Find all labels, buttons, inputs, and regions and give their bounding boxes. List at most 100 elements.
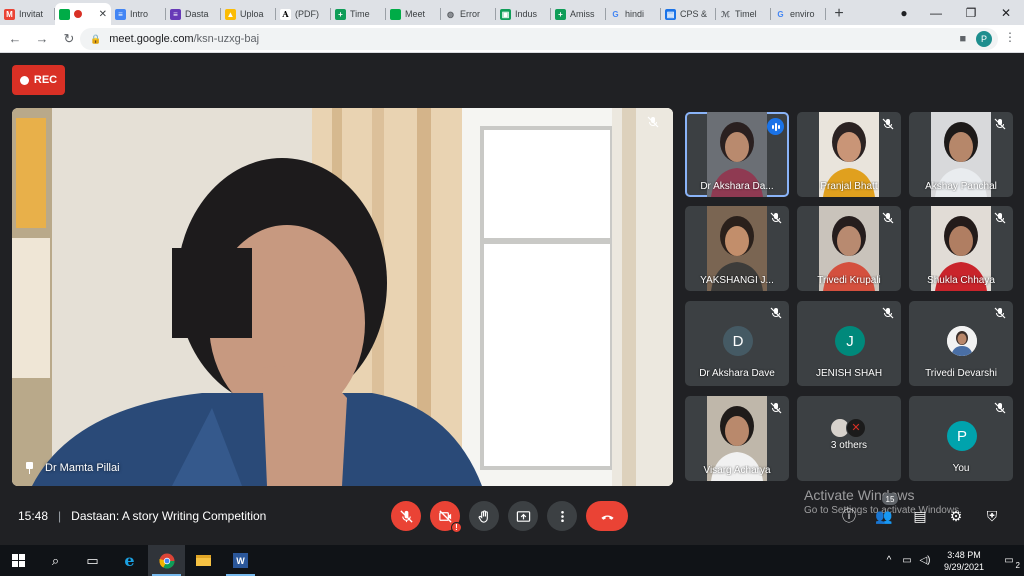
mic-toggle-button[interactable] xyxy=(391,501,421,531)
participant-tile[interactable]: Dr Akshara Da... xyxy=(685,112,789,197)
browser-tab[interactable]: ▤ CPS & xyxy=(661,3,716,25)
show-hidden-icons-icon[interactable]: ^ xyxy=(880,555,898,566)
restore-button[interactable]: ❐ xyxy=(953,0,989,25)
participant-tile[interactable]: Trivedi Krupali xyxy=(797,206,901,291)
notifications-icon[interactable]: ▭ 2 xyxy=(994,555,1024,570)
browser-tab[interactable]: + Amiss xyxy=(551,3,606,25)
chat-icon[interactable]: ▤ xyxy=(909,505,931,527)
recording-badge: REC xyxy=(12,65,65,95)
more-vert-icon xyxy=(560,510,564,522)
participant-name: Visarg Acharya xyxy=(703,465,771,476)
browser-tab[interactable]: ◍ Error xyxy=(441,3,496,25)
taskbar-clock[interactable]: 3:48 PM 9/29/2021 xyxy=(934,549,994,573)
separator: | xyxy=(58,509,62,523)
file-explorer-icon[interactable] xyxy=(185,545,222,576)
tab-title: Time xyxy=(350,9,370,19)
more-menu-icon[interactable]: ⋮ xyxy=(1004,30,1016,44)
participant-tile[interactable]: ✕ 3 others xyxy=(797,396,901,481)
participant-name: YAKSHANGI J... xyxy=(700,275,774,286)
lock-icon: 🔒 xyxy=(90,33,102,44)
browser-tab[interactable]: ≡ Intro xyxy=(111,3,166,25)
meeting-info-icon[interactable]: ⓘ xyxy=(838,505,860,527)
internet-explorer-icon[interactable]: e xyxy=(111,545,148,576)
camera-off-icon xyxy=(438,509,452,523)
pin-icon[interactable] xyxy=(24,462,35,474)
browser-tab[interactable]: Genviro xyxy=(771,3,826,25)
forward-button[interactable]: → xyxy=(30,27,54,51)
raise-hand-button[interactable] xyxy=(469,501,499,531)
mic-off-icon xyxy=(993,117,1007,131)
windows-start-icon[interactable] xyxy=(0,545,37,576)
clock-time: 3:48 PM xyxy=(947,549,981,560)
close-window-button[interactable]: ✕ xyxy=(988,0,1024,25)
tab-search-icon[interactable]: ● xyxy=(886,0,922,25)
participant-tile[interactable]: J JENISH SHAH xyxy=(797,301,901,386)
globe-icon: ◍ xyxy=(447,9,454,19)
gmail-icon: M xyxy=(4,8,15,20)
profile-avatar[interactable]: P xyxy=(976,31,992,47)
tab-title: Uploa xyxy=(240,9,264,19)
participant-tile[interactable]: Akshay Panchal xyxy=(909,112,1013,197)
browser-tab[interactable]: A (PDF) xyxy=(276,3,331,25)
tab-title: Error xyxy=(460,9,480,19)
task-view-icon[interactable]: ▭ xyxy=(74,545,111,576)
participant-tile[interactable]: Pranjal Bhatt xyxy=(797,112,901,197)
browser-tab[interactable]: + Time xyxy=(331,3,386,25)
chrome-taskbar-icon[interactable] xyxy=(148,545,185,576)
camera-in-use-icon[interactable]: ■ xyxy=(959,33,966,45)
address-bar[interactable]: 🔒 meet.google.com/ksn-uzxg-baj ■ ☆ xyxy=(80,28,998,50)
network-icon[interactable]: ▭ xyxy=(898,555,916,566)
meet-call-view: REC Dr Mamta Pillai Dr Akshara Da... Pra… xyxy=(0,53,1024,545)
present-now-button[interactable] xyxy=(508,501,538,531)
forms-icon: ≡ xyxy=(170,8,181,20)
academia-icon: A xyxy=(280,8,291,20)
word-icon[interactable]: W xyxy=(222,545,259,576)
reload-button[interactable]: ↻ xyxy=(57,27,81,51)
sheets-icon: + xyxy=(555,8,566,20)
leave-call-button[interactable] xyxy=(586,501,628,531)
people-icon[interactable]: 👥 xyxy=(873,505,895,527)
participant-tile[interactable]: P You xyxy=(909,396,1013,481)
hand-icon xyxy=(478,509,488,523)
volume-icon[interactable]: ◁) xyxy=(916,555,934,566)
mic-off-icon xyxy=(993,306,1007,320)
participant-tile[interactable]: Trivedi Devarshi xyxy=(909,301,1013,386)
mic-off-icon xyxy=(881,306,895,320)
back-button[interactable]: ← xyxy=(3,27,27,51)
participant-tile[interactable]: D Dr Akshara Dave xyxy=(685,301,789,386)
browser-toolbar: ← → ↻ 🔒 meet.google.com/ksn-uzxg-baj ■ ☆… xyxy=(0,25,1024,53)
participant-tile[interactable]: Shukla Chhaya xyxy=(909,206,1013,291)
activities-icon[interactable]: ⚙ xyxy=(945,505,967,527)
main-speaker-label: Dr Mamta Pillai xyxy=(24,462,120,474)
mic-off-icon xyxy=(881,117,895,131)
browser-tab[interactable]: Ghindi xyxy=(606,3,661,25)
participant-tile[interactable]: YAKSHANGI J... xyxy=(685,206,789,291)
host-controls-icon[interactable]: ⛨ xyxy=(981,505,1003,527)
browser-tab[interactable]: M Invitat xyxy=(0,3,55,25)
minimize-button[interactable]: — xyxy=(918,0,954,25)
camera-toggle-button[interactable]: ! xyxy=(430,501,462,533)
browser-tab[interactable]: ≡ Dasta xyxy=(166,3,221,25)
tab-title: Timel xyxy=(735,9,757,19)
people-count-badge: 15 xyxy=(882,493,898,505)
browser-tab[interactable]: ▲ Uploa xyxy=(221,3,276,25)
participant-tile[interactable]: Visarg Acharya xyxy=(685,396,789,481)
participant-name: 3 others xyxy=(830,440,868,451)
close-tab-icon[interactable]: ✕ xyxy=(99,9,107,20)
tab-title: Amiss xyxy=(570,9,595,19)
participant-name: Pranjal Bhatt xyxy=(820,181,878,192)
browser-tab[interactable]: ▣ Indus xyxy=(496,3,551,25)
search-icon[interactable]: ⌕ xyxy=(37,545,74,576)
tab-title: hindi xyxy=(625,9,645,19)
clock-date: 9/29/2021 xyxy=(943,561,985,572)
mic-off-icon xyxy=(399,509,413,523)
browser-tab[interactable]: ✕ xyxy=(55,3,111,25)
main-speaker-video[interactable]: Dr Mamta Pillai xyxy=(12,108,673,486)
browser-tab[interactable]: Meet xyxy=(386,3,441,25)
present-screen-icon xyxy=(516,510,530,522)
windows-taskbar: ⌕ ▭ e W ^ ▭ ◁) 3:48 PM 9/29/2021 ▭ 2 xyxy=(0,545,1024,576)
more-options-button[interactable] xyxy=(547,501,577,531)
new-tab-button[interactable]: + xyxy=(826,3,852,25)
meeting-title: Dastaan: A story Writing Competition xyxy=(71,509,267,523)
browser-tab[interactable]: ℳ Timel xyxy=(716,3,771,25)
